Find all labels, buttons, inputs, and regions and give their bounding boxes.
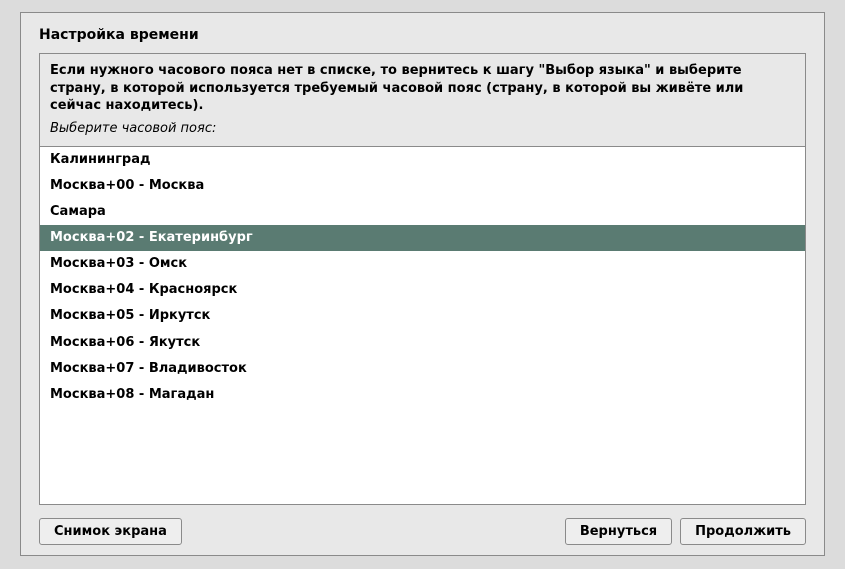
page-title: Настройка времени	[21, 13, 824, 53]
timezone-item[interactable]: Москва+08 - Магадан	[40, 382, 805, 408]
instruction-text: Если нужного часового пояса нет в списке…	[50, 62, 795, 115]
timezone-item[interactable]: Москва+00 - Москва	[40, 173, 805, 199]
timezone-item[interactable]: Москва+03 - Омск	[40, 251, 805, 277]
timezone-item[interactable]: Москва+02 - Екатеринбург	[40, 225, 805, 251]
instruction-box: Если нужного часового пояса нет в списке…	[39, 53, 806, 147]
timezone-item[interactable]: Самара	[40, 199, 805, 225]
timezone-item[interactable]: Москва+07 - Владивосток	[40, 356, 805, 382]
timezone-item[interactable]: Калининград	[40, 147, 805, 173]
prompt-label: Выберите часовой пояс:	[50, 121, 795, 136]
timezone-item[interactable]: Москва+06 - Якутск	[40, 330, 805, 356]
timezone-item[interactable]: Москва+05 - Иркутск	[40, 303, 805, 329]
button-bar: Снимок экрана Вернуться Продолжить	[21, 518, 824, 545]
screenshot-button[interactable]: Снимок экрана	[39, 518, 182, 545]
back-button[interactable]: Вернуться	[565, 518, 672, 545]
installer-window: Настройка времени Если нужного часового …	[20, 12, 825, 556]
timezone-listbox[interactable]: КалининградМосква+00 - МоскваСамараМоскв…	[39, 147, 806, 505]
timezone-item[interactable]: Москва+04 - Красноярск	[40, 277, 805, 303]
continue-button[interactable]: Продолжить	[680, 518, 806, 545]
